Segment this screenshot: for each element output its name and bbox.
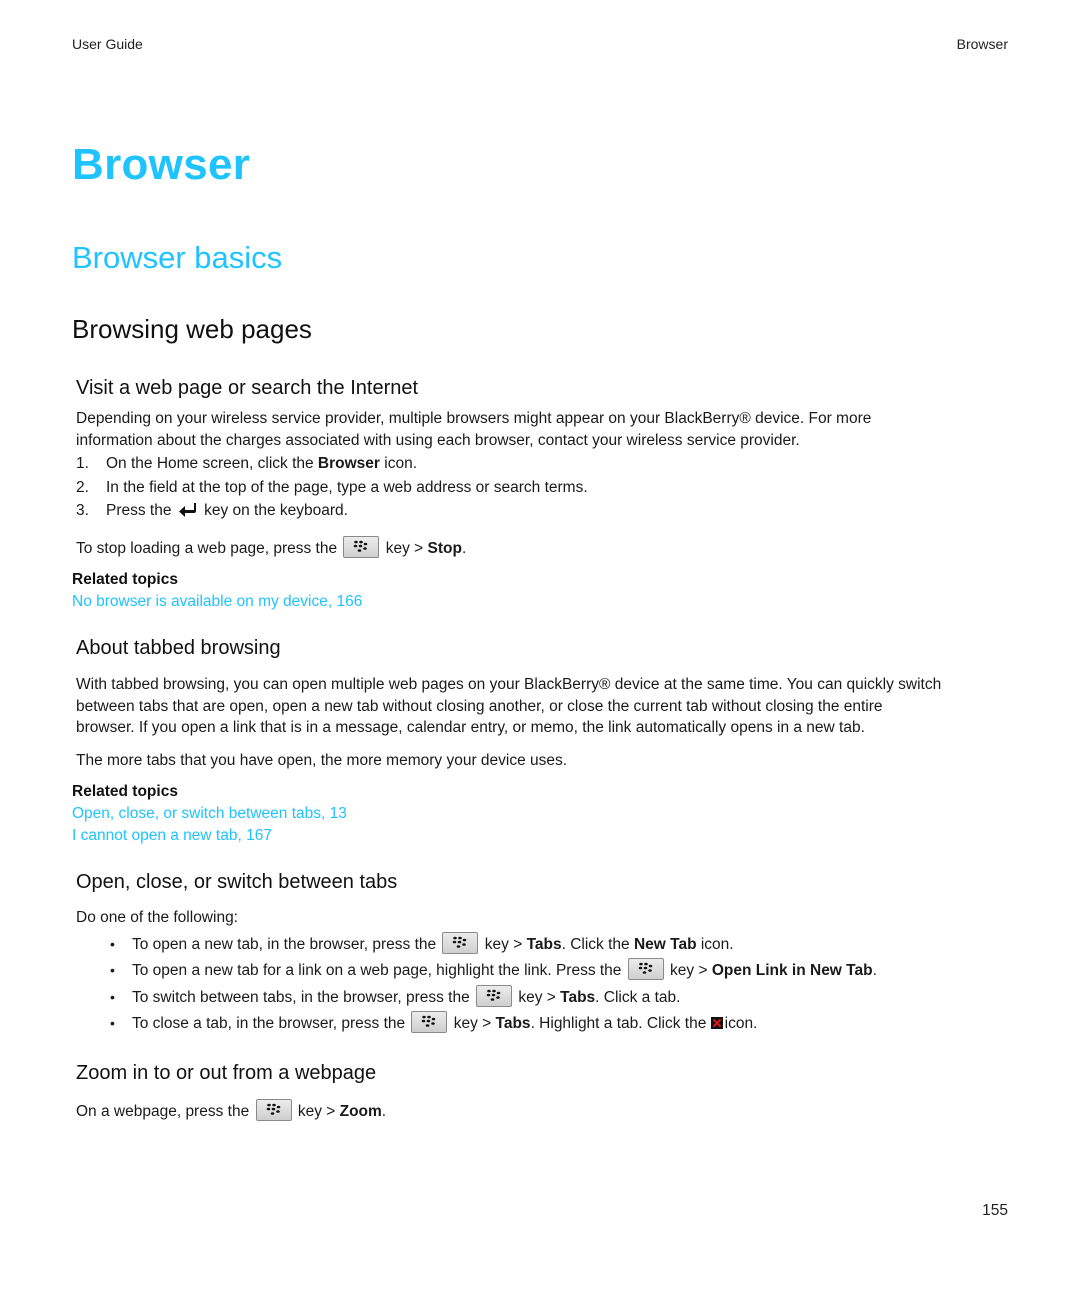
text: key >	[514, 989, 561, 1006]
step-2: 2. In the field at the top of the page, t…	[76, 477, 588, 499]
close-tab-icon	[710, 1017, 723, 1029]
subsection-title: Browsing web pages	[72, 314, 312, 344]
step-text: On the Home screen, click the	[106, 455, 318, 472]
bullet-close-tab: • To close a tab, in the browser, press t…	[110, 1011, 757, 1033]
tabbed-para-line-1: With tabbed browsing, you can open multi…	[76, 676, 942, 693]
step-text: In the field at the top of the page, typ…	[106, 479, 588, 496]
tabbed-para-line-3: browser. If you open a link that is in a…	[76, 719, 865, 736]
blackberry-menu-key-icon	[343, 536, 380, 558]
visit-intro-line-1: Depending on your wireless service provi…	[76, 410, 872, 427]
blackberry-menu-key-icon	[442, 932, 479, 954]
menu-item-stop: Stop	[427, 540, 462, 557]
zoom-heading: Zoom in to or out from a webpage	[76, 1062, 377, 1084]
text: .	[461, 540, 467, 557]
text: icon.	[696, 936, 734, 953]
text: key >	[665, 962, 712, 979]
step-bold: Browser	[317, 455, 380, 472]
bullet-open-link-new-tab: • To open a new tab for a link on a web p…	[110, 958, 877, 980]
bullet-icon: •	[110, 962, 115, 978]
text: key >	[293, 1103, 340, 1120]
text: To stop loading a web page, press the	[76, 540, 342, 557]
new-tab-label: New Tab	[633, 936, 697, 953]
step-text: icon.	[379, 455, 418, 472]
related-link-cannot-open-tab[interactable]: I cannot open a new tab, 167	[72, 827, 272, 845]
visit-intro-line-2: information about the charges associated…	[76, 432, 800, 449]
tabbed-memory-note: The more tabs that you have open, the mo…	[76, 752, 568, 769]
menu-item-tabs: Tabs	[526, 936, 562, 953]
running-header-right: Browser	[956, 36, 1008, 52]
text: On a webpage, press the	[76, 1103, 254, 1120]
running-header-left: User Guide	[72, 36, 143, 52]
menu-item-tabs: Tabs	[560, 989, 596, 1006]
zoom-instruction: On a webpage, press the key > Zoom.	[76, 1099, 386, 1123]
related-topics-label: Related topics	[72, 571, 178, 588]
blackberry-menu-key-icon	[411, 1011, 448, 1033]
text: To open a new tab, in the browser, press…	[132, 936, 441, 953]
text: To close a tab, in the browser, press th…	[132, 1015, 410, 1032]
menu-item-open-link-new-tab: Open Link in New Tab	[711, 962, 873, 979]
section-title: Browser basics	[72, 240, 283, 275]
text: key >	[381, 540, 428, 557]
page-number: 155	[982, 1202, 1008, 1219]
tabbed-heading: About tabbed browsing	[76, 637, 281, 659]
visit-heading: Visit a web page or search the Internet	[76, 377, 419, 399]
text: .	[872, 962, 877, 979]
menu-item-zoom: Zoom	[339, 1103, 382, 1120]
step-text: key on the keyboard.	[199, 502, 348, 519]
bullet-icon: •	[110, 1015, 115, 1031]
text: To open a new tab for a link on a web pa…	[132, 962, 626, 979]
chapter-title: Browser	[72, 140, 251, 189]
related-link-switch-tabs[interactable]: Open, close, or switch between tabs, 13	[72, 805, 347, 823]
step-number: 2.	[76, 479, 89, 496]
tabbed-para-line-2: between tabs that are open, open a new t…	[76, 698, 883, 715]
bullet-icon: •	[110, 989, 115, 1005]
switch-intro: Do one of the following:	[76, 909, 238, 926]
text: . Click the	[561, 936, 634, 953]
text: . Click a tab.	[595, 989, 681, 1006]
blackberry-menu-key-icon	[255, 1099, 292, 1121]
step-1: 1. On the Home screen, click the Browser …	[76, 453, 417, 475]
related-topics-label: Related topics	[72, 783, 178, 800]
text: .	[381, 1103, 387, 1120]
related-link-no-browser[interactable]: No browser is available on my device, 16…	[72, 593, 362, 611]
text: key >	[449, 1015, 496, 1032]
blackberry-menu-key-icon	[627, 958, 664, 980]
step-number: 3.	[76, 502, 89, 519]
bullet-open-new-tab: • To open a new tab, in the browser, pres…	[110, 932, 734, 954]
step-text: Press the	[106, 502, 176, 519]
stop-instruction: To stop loading a web page, press the ke…	[76, 536, 466, 560]
text: key >	[480, 936, 527, 953]
step-3: 3. Press the key on the keyboard.	[76, 500, 348, 525]
menu-item-tabs: Tabs	[495, 1015, 531, 1032]
text: . Highlight a tab. Click the	[530, 1015, 711, 1032]
enter-key-icon	[178, 502, 198, 525]
blackberry-menu-key-icon	[476, 985, 513, 1007]
bullet-switch-tabs: • To switch between tabs, in the browser,…	[110, 985, 680, 1007]
step-number: 1.	[76, 455, 89, 472]
text: icon.	[724, 1015, 758, 1032]
switch-heading: Open, close, or switch between tabs	[76, 871, 398, 893]
bullet-icon: •	[110, 936, 115, 952]
text: To switch between tabs, in the browser, …	[132, 989, 475, 1006]
